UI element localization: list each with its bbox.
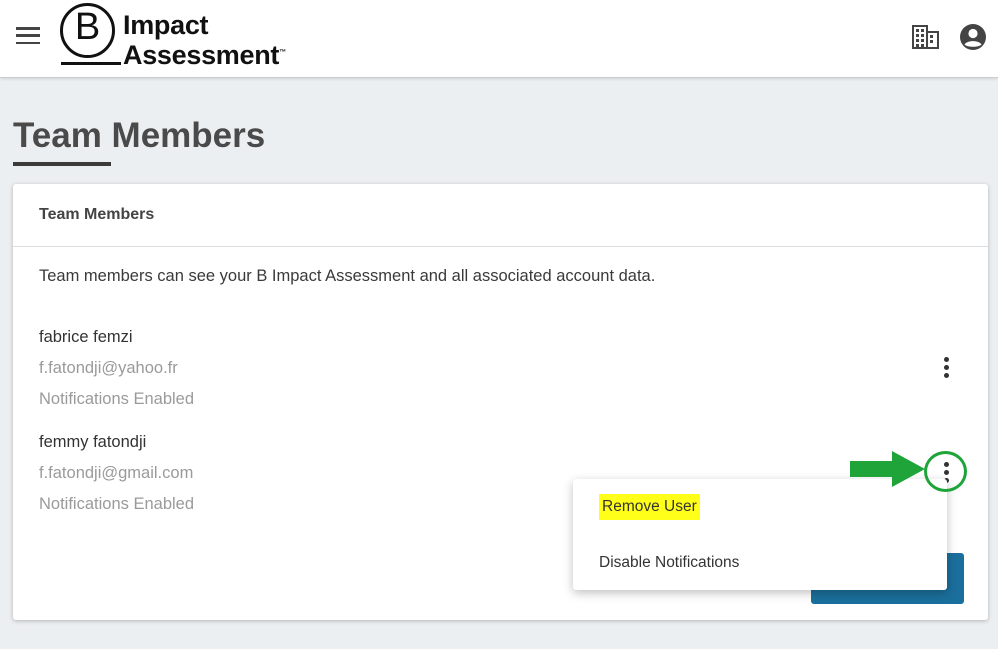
member-email: f.fatondji@gmail.com [39, 464, 194, 482]
card-description: Team members can see your B Impact Asses… [39, 267, 656, 285]
member-name: femmy fatondji [39, 433, 147, 451]
logo-letter: B [74, 6, 101, 48]
member-item: femmy fatondji f.fatondji@gmail.com Noti… [39, 433, 194, 526]
card-header: Team Members [13, 184, 988, 247]
top-app-bar: B Impact Assessment™ [0, 0, 998, 78]
title-underline [13, 162, 111, 166]
account-circle-icon[interactable] [959, 23, 987, 51]
logo-underline [61, 62, 121, 65]
annotation-circle-icon [924, 451, 967, 492]
annotation-arrow-icon [850, 451, 925, 487]
logo-line1: Impact [123, 10, 209, 40]
building-icon[interactable] [912, 25, 939, 49]
logo-line2: Assessment™ [123, 40, 286, 70]
member-notification-status: Notifications Enabled [39, 495, 195, 513]
logo-wordmark: Impact Assessment™ [123, 12, 286, 69]
member-item: fabrice femzi f.fatondji@yahoo.fr Notifi… [39, 328, 194, 421]
member-notification-status: Notifications Enabled [39, 390, 195, 408]
remove-user-label: Remove User [599, 494, 700, 520]
member-email: f.fatondji@yahoo.fr [39, 359, 178, 377]
menu-item-disable-notifications[interactable]: Disable Notifications [599, 554, 739, 572]
menu-icon[interactable] [16, 27, 40, 47]
more-vert-icon[interactable] [936, 357, 956, 387]
page-title: Team Members [13, 116, 266, 155]
menu-item-remove-user[interactable]: Remove User [599, 494, 700, 520]
member-actions-menu: Remove User Disable Notifications [573, 479, 947, 590]
b-impact-assessment-logo[interactable]: B Impact Assessment™ [60, 3, 310, 69]
member-name: fabrice femzi [39, 328, 133, 346]
